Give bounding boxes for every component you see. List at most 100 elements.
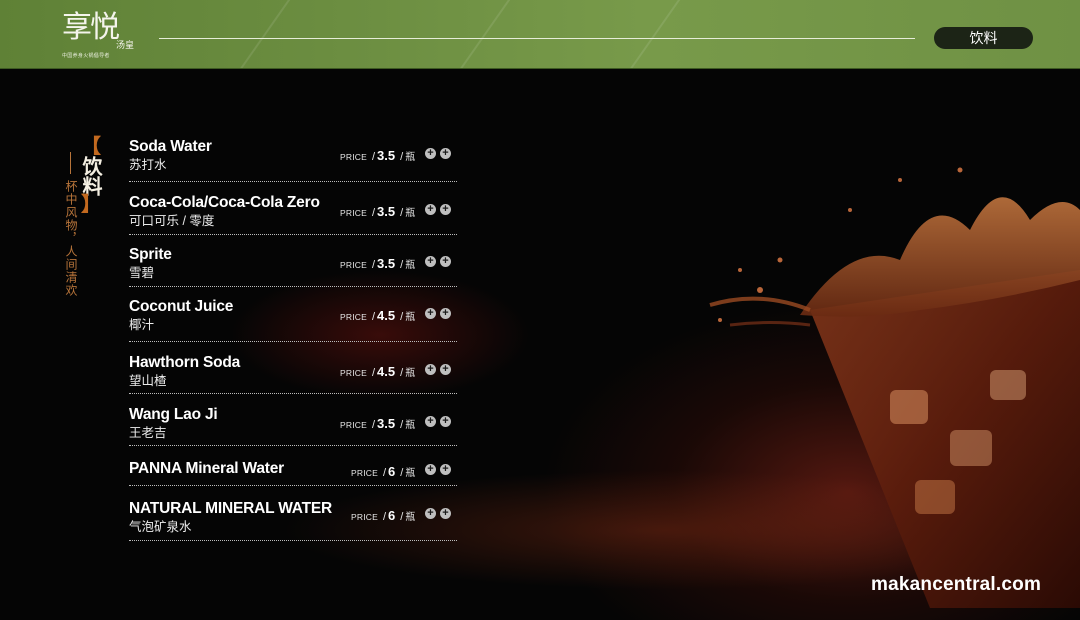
price-value: 6: [388, 464, 396, 479]
side-dash: [70, 152, 71, 174]
add-item-button[interactable]: +: [440, 508, 451, 519]
price-separator: /: [371, 419, 376, 431]
header-bar: 享悦 汤皇 中国养身火锅倡导者 饮料: [0, 0, 1080, 69]
leaf-decoration: [440, 0, 522, 68]
price-value: 3.5: [377, 204, 396, 219]
price-value: 4.5: [377, 364, 396, 379]
section-title: 【 饮料 】: [76, 136, 106, 216]
item-price: PRICE/3.5/瓶: [340, 147, 415, 165]
menu-item[interactable]: Sprite 雪碧 PRICE/3.5/瓶 + +: [129, 246, 457, 288]
price-separator: /: [371, 151, 376, 163]
add-item-button[interactable]: +: [425, 464, 436, 475]
item-price: PRICE/4.5/瓶: [340, 307, 415, 325]
price-separator: /: [371, 311, 376, 323]
cola-glass-image: [709, 167, 1080, 608]
price-unit: 瓶: [405, 512, 416, 523]
price-label: PRICE: [340, 152, 367, 162]
price-separator: /: [382, 467, 387, 479]
price-separator: /: [382, 511, 387, 523]
add-item-button[interactable]: +: [440, 364, 451, 375]
logo-subtitle: 汤皇: [116, 40, 135, 50]
item-name-cn: 望山楂: [129, 374, 167, 388]
price-value: 6: [388, 508, 396, 523]
add-item-button[interactable]: +: [425, 204, 436, 215]
add-item-button[interactable]: +: [440, 308, 451, 319]
add-item-button[interactable]: +: [440, 148, 451, 159]
add-item-button[interactable]: +: [425, 256, 436, 267]
price-separator: /: [371, 259, 376, 271]
leaf-decoration: [220, 0, 302, 68]
bracket-close: 】: [81, 194, 101, 216]
item-divider: [129, 445, 457, 446]
item-divider: [129, 393, 457, 394]
add-item-button[interactable]: +: [440, 416, 451, 427]
price-unit: 瓶: [405, 468, 416, 479]
item-name-cn: 王老吉: [129, 426, 167, 440]
price-value: 3.5: [377, 256, 396, 271]
menu-item[interactable]: Wang Lao Ji 王老吉 PRICE/3.5/瓶 + +: [129, 406, 457, 447]
price-label: PRICE: [351, 468, 378, 478]
price-value: 4.5: [377, 308, 396, 323]
menu-item[interactable]: NATURAL MINERAL WATER 气泡矿泉水 PRICE/6/瓶 + +: [129, 500, 457, 542]
price-unit: 瓶: [405, 260, 416, 271]
price-separator: /: [400, 419, 404, 431]
header-divider: [159, 38, 915, 39]
bracket-open: 【: [81, 136, 101, 158]
price-unit: 瓶: [405, 312, 416, 323]
item-divider: [129, 485, 457, 486]
section-title-text: 饮料: [79, 156, 103, 196]
price-label: PRICE: [340, 260, 367, 270]
price-label: PRICE: [340, 368, 367, 378]
add-item-button[interactable]: +: [425, 508, 436, 519]
item-divider: [129, 540, 457, 541]
price-separator: /: [400, 259, 404, 271]
add-item-button[interactable]: +: [425, 148, 436, 159]
add-item-button[interactable]: +: [440, 204, 451, 215]
menu-item[interactable]: Soda Water 苏打水 PRICE/3.5/瓶 + +: [129, 138, 457, 183]
item-name-cn: 可口可乐 / 零度: [129, 214, 215, 228]
price-separator: /: [371, 207, 376, 219]
item-price: PRICE/4.5/瓶: [340, 363, 415, 381]
menu-item[interactable]: Hawthorn Soda 望山楂 PRICE/4.5/瓶 + +: [129, 354, 457, 395]
item-divider: [129, 286, 457, 287]
price-unit: 瓶: [405, 420, 416, 431]
add-item-button[interactable]: +: [425, 416, 436, 427]
price-unit: 瓶: [405, 368, 416, 379]
logo-tagline: 中国养身火锅倡导者: [62, 53, 110, 59]
section-slogan: 杯中风物，人间清欢: [64, 180, 78, 297]
watermark-text: makancentral.com: [871, 574, 1042, 595]
item-name-cn: 椰汁: [129, 318, 155, 332]
item-divider: [129, 234, 457, 235]
item-price: PRICE/6/瓶: [351, 463, 415, 481]
price-separator: /: [400, 367, 404, 379]
price-label: PRICE: [340, 208, 367, 218]
price-label: PRICE: [340, 312, 367, 322]
price-separator: /: [400, 511, 404, 523]
logo-mark: 享悦: [62, 10, 120, 45]
item-name-cn: 苏打水: [129, 158, 167, 172]
price-label: PRICE: [340, 420, 367, 430]
item-divider: [129, 341, 457, 342]
add-item-button[interactable]: +: [440, 464, 451, 475]
item-name-cn: 气泡矿泉水: [129, 520, 192, 534]
menu-item[interactable]: Coconut Juice 椰汁 PRICE/4.5/瓶 + +: [129, 298, 457, 343]
item-price: PRICE/3.5/瓶: [340, 415, 415, 433]
price-unit: 瓶: [405, 208, 416, 219]
price-separator: /: [371, 367, 376, 379]
category-tab-drinks[interactable]: 饮料: [934, 27, 1033, 49]
add-item-button[interactable]: +: [440, 256, 451, 267]
price-separator: /: [400, 467, 404, 479]
restaurant-logo[interactable]: 享悦 汤皇 中国养身火锅倡导者: [62, 12, 137, 60]
price-separator: /: [400, 311, 404, 323]
price-value: 3.5: [377, 148, 396, 163]
menu-item[interactable]: Coca-Cola/Coca-Cola Zero 可口可乐 / 零度 PRICE/3…: [129, 194, 457, 236]
add-item-button[interactable]: +: [425, 308, 436, 319]
item-divider: [129, 181, 457, 182]
item-name-en: PANNA Mineral Water: [129, 460, 284, 477]
price-unit: 瓶: [405, 152, 416, 163]
item-price: PRICE/3.5/瓶: [340, 255, 415, 273]
item-price: PRICE/3.5/瓶: [340, 203, 415, 221]
menu-item[interactable]: PANNA Mineral Water PRICE/6/瓶 + +: [129, 460, 457, 487]
add-item-button[interactable]: +: [425, 364, 436, 375]
price-value: 3.5: [377, 416, 396, 431]
